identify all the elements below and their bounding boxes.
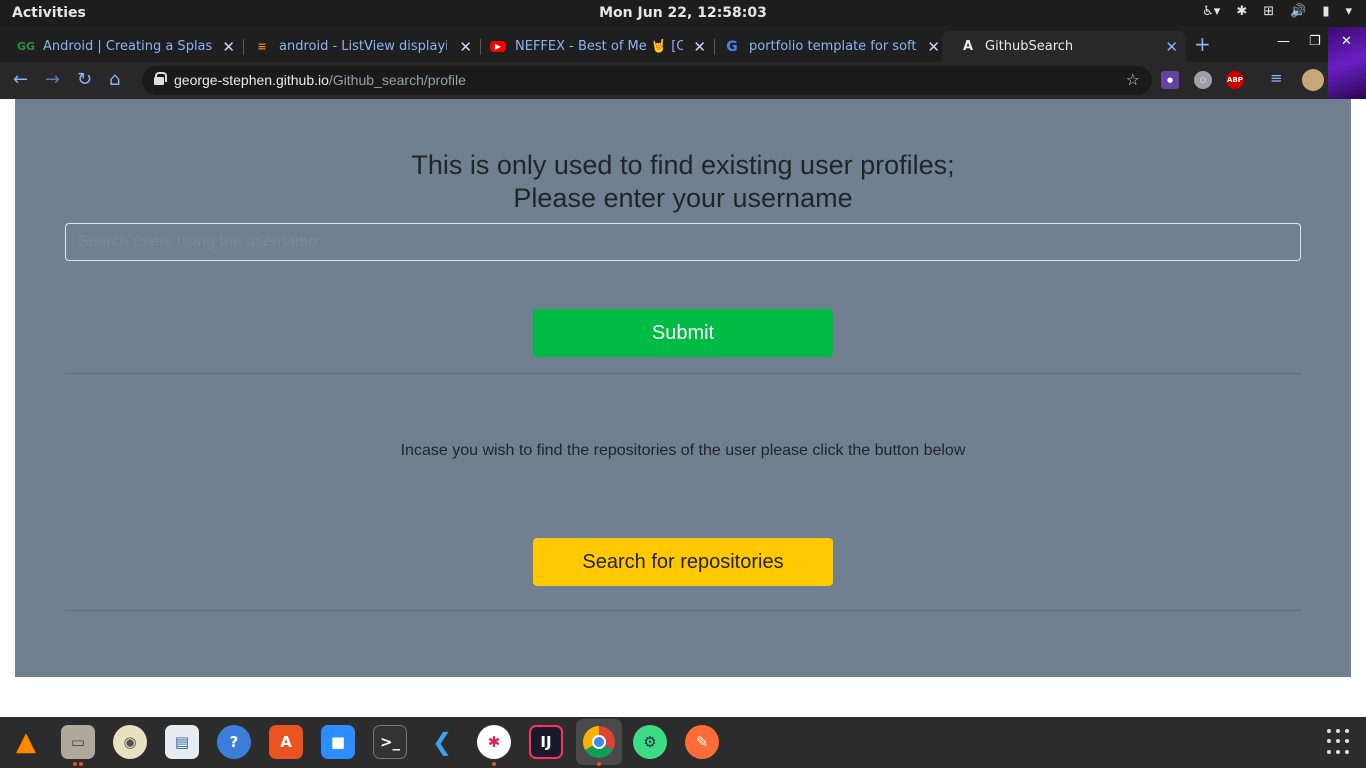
browser-toolbar: ← → ↻ ⌂ george-stephen.github.io/Github_… [0, 62, 1328, 99]
running-indicator [73, 762, 77, 766]
profile-avatar[interactable] [1302, 69, 1324, 91]
close-icon[interactable]: ✕ [693, 38, 706, 56]
media-queue-icon[interactable]: ≡ [1270, 69, 1283, 87]
running-indicator [492, 762, 496, 766]
back-icon[interactable]: ← [13, 69, 28, 90]
vscode-icon[interactable]: ❮ [425, 725, 459, 759]
repositories-info-text: Incase you wish to find the repositories… [400, 442, 966, 459]
adblock-plus-icon[interactable]: ABP [1226, 71, 1244, 89]
google-icon: G [726, 38, 738, 55]
terminal-icon[interactable]: >_ [373, 725, 407, 759]
forward-icon[interactable]: → [45, 69, 60, 90]
chrome-logo [583, 726, 615, 758]
system-top-bar: Activities Mon Jun 22, 12:58:03 ♿▾ ✱ ⊞ 🔊… [0, 0, 1366, 27]
vlc-icon[interactable]: ▲ [9, 725, 43, 759]
circle-extension-icon[interactable]: ○ [1194, 71, 1212, 89]
search-repositories-button[interactable]: Search for repositories [533, 538, 833, 586]
files-icon[interactable]: ▭ [61, 725, 95, 759]
close-icon[interactable]: ✕ [459, 38, 472, 56]
android-studio-icon[interactable]: ⚙ [633, 725, 667, 759]
tab-label: android - ListView displaying [279, 39, 447, 54]
slack-icon[interactable]: ✱ [477, 725, 511, 759]
geeksforgeeks-icon: GG [16, 40, 36, 53]
document-viewer-icon[interactable]: ▤ [165, 725, 199, 759]
angular-icon: A [962, 39, 974, 54]
profile-search-panel: This is only used to find existing user … [15, 99, 1351, 677]
battery-icon[interactable]: ▮ [1322, 4, 1329, 19]
close-icon[interactable]: ✕ [222, 38, 235, 56]
software-center-icon[interactable]: A [269, 725, 303, 759]
new-tab-button[interactable]: + [1194, 32, 1211, 56]
heading-line-2: Please enter your username [513, 183, 853, 213]
browser-tab-strip: GG Android | Creating a Splash S ✕ ≡ and… [0, 27, 1366, 62]
twitch-extension-icon[interactable]: ● [1161, 71, 1179, 89]
username-search-input[interactable] [65, 223, 1301, 261]
youtube-icon: ▶ [490, 41, 506, 52]
system-tray: ♿▾ ✱ ⊞ 🔊 ▮ ▾ [1202, 4, 1352, 19]
page-heading: This is only used to find existing user … [15, 149, 1351, 215]
submit-button[interactable]: Submit [533, 309, 833, 357]
disks-icon[interactable]: ◉ [113, 725, 147, 759]
help-icon[interactable]: ? [217, 725, 251, 759]
tab-stackoverflow[interactable]: ≡ android - ListView displaying ✕ [236, 31, 480, 62]
lock-icon[interactable] [154, 72, 167, 85]
tab-label: NEFFEX - Best of Me 🤘 [Cop [515, 39, 683, 54]
tab-youtube[interactable]: ▶ NEFFEX - Best of Me 🤘 [Cop ✕ [472, 31, 714, 62]
url-text[interactable]: george-stephen.github.io/Github_search/p… [174, 72, 466, 88]
network-icon[interactable]: ⊞ [1263, 4, 1274, 19]
tab-android-splash[interactable]: GG Android | Creating a Splash S ✕ [0, 31, 243, 62]
divider [65, 373, 1301, 374]
tab-label: GithubSearch [985, 39, 1074, 54]
running-indicator [597, 762, 601, 766]
minimize-icon[interactable]: — [1277, 34, 1290, 49]
tab-label: portfolio template for softw [749, 39, 917, 54]
intellij-icon[interactable]: IJ [529, 725, 563, 759]
close-icon[interactable]: ✕ [927, 38, 940, 56]
postman-icon[interactable]: ✎ [685, 725, 719, 759]
reload-icon[interactable]: ↻ [77, 69, 92, 90]
slack-tray-icon[interactable]: ✱ [1236, 4, 1247, 19]
maximize-icon[interactable]: ❐ [1309, 34, 1321, 49]
window-close-icon[interactable]: ✕ [1341, 34, 1352, 49]
running-indicator [79, 762, 83, 766]
zoom-icon[interactable]: ■ [321, 725, 355, 759]
show-applications-icon[interactable] [1327, 729, 1353, 755]
heading-line-1: This is only used to find existing user … [411, 150, 955, 180]
ubuntu-dock: ▲ ▭ ◉ ▤ ? A ■ >_ ❮ ✱ IJ ⚙ ✎ [0, 717, 1366, 768]
accessibility-icon[interactable]: ♿▾ [1202, 4, 1220, 19]
volume-icon[interactable]: 🔊 [1290, 4, 1306, 19]
address-bar[interactable]: george-stephen.github.io/Github_search/p… [142, 66, 1152, 95]
close-icon[interactable]: ✕ [1165, 38, 1178, 56]
divider [65, 610, 1301, 611]
stackoverflow-icon: ≡ [257, 40, 267, 53]
bookmark-star-icon[interactable]: ☆ [1126, 70, 1140, 89]
chrome-icon[interactable] [576, 719, 622, 765]
tab-google-search[interactable]: G portfolio template for softw ✕ [706, 31, 948, 62]
tab-label: Android | Creating a Splash S [43, 39, 213, 54]
web-page: This is only used to find existing user … [0, 99, 1366, 717]
home-icon[interactable]: ⌂ [109, 69, 120, 90]
system-menu-icon[interactable]: ▾ [1345, 4, 1352, 19]
clock[interactable]: Mon Jun 22, 12:58:03 [0, 5, 1366, 21]
tab-githubsearch[interactable]: A GithubSearch ✕ [942, 31, 1186, 62]
